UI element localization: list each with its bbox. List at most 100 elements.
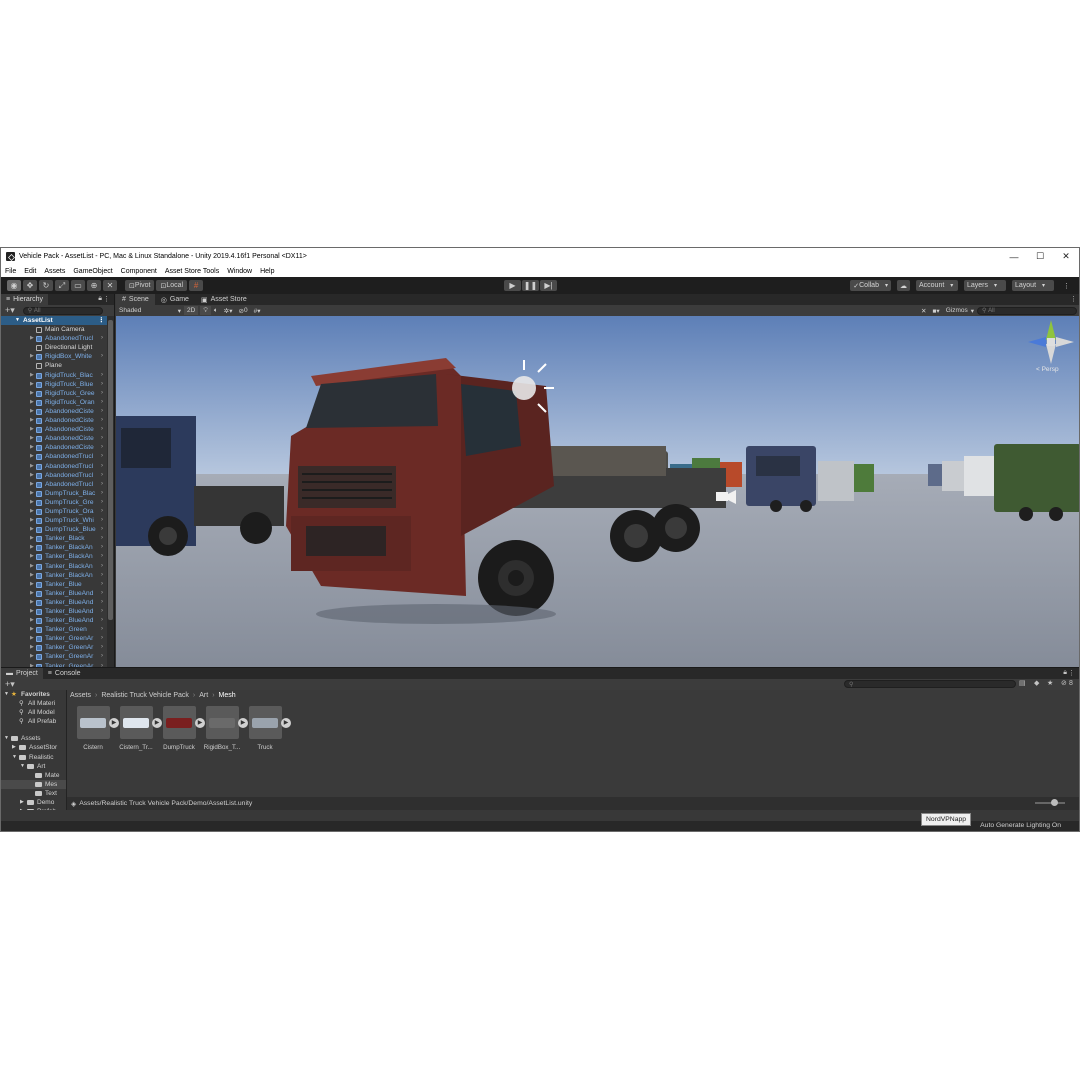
menu-asset-store-tools[interactable]: Asset Store Tools <box>165 268 219 275</box>
folder-item[interactable]: Mes <box>1 779 66 789</box>
expand-arrow-icon[interactable]: ▶ <box>30 434 34 443</box>
open-prefab-icon[interactable]: › <box>101 416 103 425</box>
breadcrumb-item[interactable]: Art <box>199 692 208 699</box>
expand-arrow-icon[interactable]: ▶ <box>30 616 34 625</box>
effects-dropdown[interactable]: ✲▾ <box>221 306 236 315</box>
expand-arrow-icon[interactable]: ▶ <box>30 643 34 652</box>
open-prefab-icon[interactable]: › <box>101 462 103 471</box>
expand-arrow-icon[interactable]: ▶ <box>30 398 34 407</box>
create-icon[interactable]: +▾ <box>5 679 15 690</box>
folder-item[interactable]: ▶ AssetStor <box>1 743 66 752</box>
expand-arrow-icon[interactable]: ▶ <box>30 443 34 452</box>
add-icon[interactable]: +▾ <box>5 305 15 316</box>
hierarchy-scrollbar[interactable] <box>107 316 114 667</box>
open-prefab-icon[interactable]: › <box>101 389 103 398</box>
open-prefab-icon[interactable]: › <box>101 443 103 452</box>
custom-tool-button[interactable]: ✕ <box>103 280 117 291</box>
expand-arrow-icon[interactable]: ▶ <box>30 480 34 489</box>
grid-dropdown[interactable]: #▾ <box>251 306 264 315</box>
hidden-packages-icon[interactable]: ⊘ <box>1061 679 1067 687</box>
shading-dropdown[interactable]: Shaded ▾ <box>116 306 184 315</box>
menu-file[interactable]: File <box>5 268 16 275</box>
grid-snap-button[interactable]: # <box>189 280 204 291</box>
expand-arrow-icon[interactable]: ▶ <box>20 807 24 810</box>
open-prefab-icon[interactable]: › <box>101 525 103 534</box>
menu-help[interactable]: Help <box>260 268 274 275</box>
hierarchy-item[interactable]: ▶ AbandonedTrucl › <box>1 334 107 343</box>
asset-item[interactable]: ▶ Truck <box>245 706 291 751</box>
menu-gameobject[interactable]: GameObject <box>73 268 112 275</box>
hierarchy-item[interactable]: ▶ Tanker_BlackAn › <box>1 543 107 552</box>
hierarchy-item[interactable]: Main Camera <box>1 325 107 334</box>
favorites-header[interactable]: ▼ ★ Favorites <box>1 690 66 699</box>
hierarchy-item[interactable]: ▶ DumpTruck_Ora › <box>1 507 107 516</box>
folder-item[interactable]: ▼ Art <box>1 762 66 771</box>
breadcrumb-item[interactable]: Assets <box>70 692 91 699</box>
persp-label[interactable]: < Persp <box>1036 366 1059 373</box>
expand-arrow-icon[interactable]: ▶ <box>30 334 34 343</box>
expand-arrow-icon[interactable]: ▶ <box>30 516 34 525</box>
open-prefab-icon[interactable]: › <box>101 398 103 407</box>
folder-item[interactable]: Mate <box>1 771 66 780</box>
hierarchy-item[interactable]: ▶ Tanker_GreenAr › <box>1 643 107 652</box>
folder-item[interactable]: ▼ Realistic <box>1 753 66 762</box>
expand-arrow-icon[interactable]: ▶ <box>30 543 34 552</box>
menu-component[interactable]: Component <box>121 268 157 275</box>
hierarchy-item[interactable]: ▶ RigidTruck_Blac › <box>1 371 107 380</box>
menu-edit[interactable]: Edit <box>24 268 36 275</box>
expand-arrow-icon[interactable]: ▶ <box>30 407 34 416</box>
open-prefab-icon[interactable]: › <box>101 352 103 361</box>
tab-asset-store[interactable]: ▣ Asset Store <box>195 294 253 305</box>
asset-item[interactable]: ▶ Cistern_Tr... <box>116 706 162 751</box>
open-prefab-icon[interactable]: › <box>101 534 103 543</box>
tab-console[interactable]: ≡ Console <box>43 668 86 679</box>
expand-arrow-icon[interactable]: ▶ <box>30 416 34 425</box>
favorite-icon[interactable]: ★ <box>1047 679 1053 687</box>
menu-assets[interactable]: Assets <box>44 268 65 275</box>
hierarchy-item[interactable]: ▶ Tanker_Blue › <box>1 580 107 589</box>
camera-dropdown[interactable]: ■▾ <box>930 306 943 315</box>
expand-arrow-icon[interactable]: ▶ <box>30 562 34 571</box>
view-tool-button[interactable]: ◉ <box>7 280 21 291</box>
folder-item[interactable]: ▶ Demo <box>1 798 66 807</box>
project-search-input[interactable]: ⚲ <box>844 680 1016 688</box>
move-tool-button[interactable]: ✥ <box>23 280 37 291</box>
2d-toggle[interactable]: 2D <box>184 306 199 315</box>
hierarchy-item[interactable]: ▶ AbandonedTrucl › <box>1 462 107 471</box>
folder-item[interactable]: ▶ Prefab <box>1 807 66 810</box>
rotate-tool-button[interactable]: ↻ <box>39 280 53 291</box>
expand-arrow-icon[interactable]: ▶ <box>30 571 34 580</box>
expand-arrow-icon[interactable]: ▶ <box>30 380 34 389</box>
hierarchy-item[interactable]: ▶ DumpTruck_Gre › <box>1 498 107 507</box>
cloud-button[interactable]: ☁ <box>897 280 910 291</box>
open-prefab-icon[interactable]: › <box>101 471 103 480</box>
folder-item[interactable]: ▼ Assets <box>1 734 66 743</box>
thumbnail-size-slider[interactable] <box>1035 799 1065 806</box>
open-prefab-icon[interactable]: › <box>101 652 103 661</box>
lock-icon[interactable]: 🔒︎ <box>1063 669 1067 677</box>
open-prefab-icon[interactable]: › <box>101 571 103 580</box>
open-prefab-icon[interactable]: › <box>101 489 103 498</box>
open-prefab-icon[interactable]: › <box>101 407 103 416</box>
open-prefab-icon[interactable]: › <box>101 480 103 489</box>
hierarchy-item[interactable]: ▶ Tanker_GreenAr › <box>1 634 107 643</box>
scene-tools-button[interactable]: ✕ <box>918 306 929 315</box>
hierarchy-item[interactable]: ▶ RigidTruck_Oran › <box>1 398 107 407</box>
open-prefab-icon[interactable]: › <box>101 589 103 598</box>
hierarchy-item[interactable]: ▶ RigidTruck_Gree › <box>1 389 107 398</box>
panel-menu-icon[interactable]: ⋮ <box>1068 669 1075 677</box>
expand-arrow-icon[interactable]: ▶ <box>30 607 34 616</box>
asset-item[interactable]: ▶ DumpTruck <box>159 706 205 751</box>
expand-arrow-icon[interactable]: ▶ <box>30 371 34 380</box>
scene-search-input[interactable]: ⚲ All <box>977 306 1077 315</box>
asset-item[interactable]: ▶ RigidBox_T... <box>202 706 248 751</box>
hierarchy-item[interactable]: ▶ Tanker_BlueAnd › <box>1 607 107 616</box>
expand-arrow-icon[interactable]: ▶ <box>30 452 34 461</box>
expand-arrow-icon[interactable]: ▶ <box>30 352 34 361</box>
hierarchy-search-input[interactable]: ⚲ All <box>22 306 103 315</box>
favorite-item[interactable]: ⚲ All Model <box>1 708 66 717</box>
open-prefab-icon[interactable]: › <box>101 516 103 525</box>
scene-viewport[interactable]: < Persp <box>116 316 1079 667</box>
hierarchy-item[interactable]: ▶ Tanker_Black › <box>1 534 107 543</box>
tab-scene[interactable]: # Scene <box>116 294 155 305</box>
